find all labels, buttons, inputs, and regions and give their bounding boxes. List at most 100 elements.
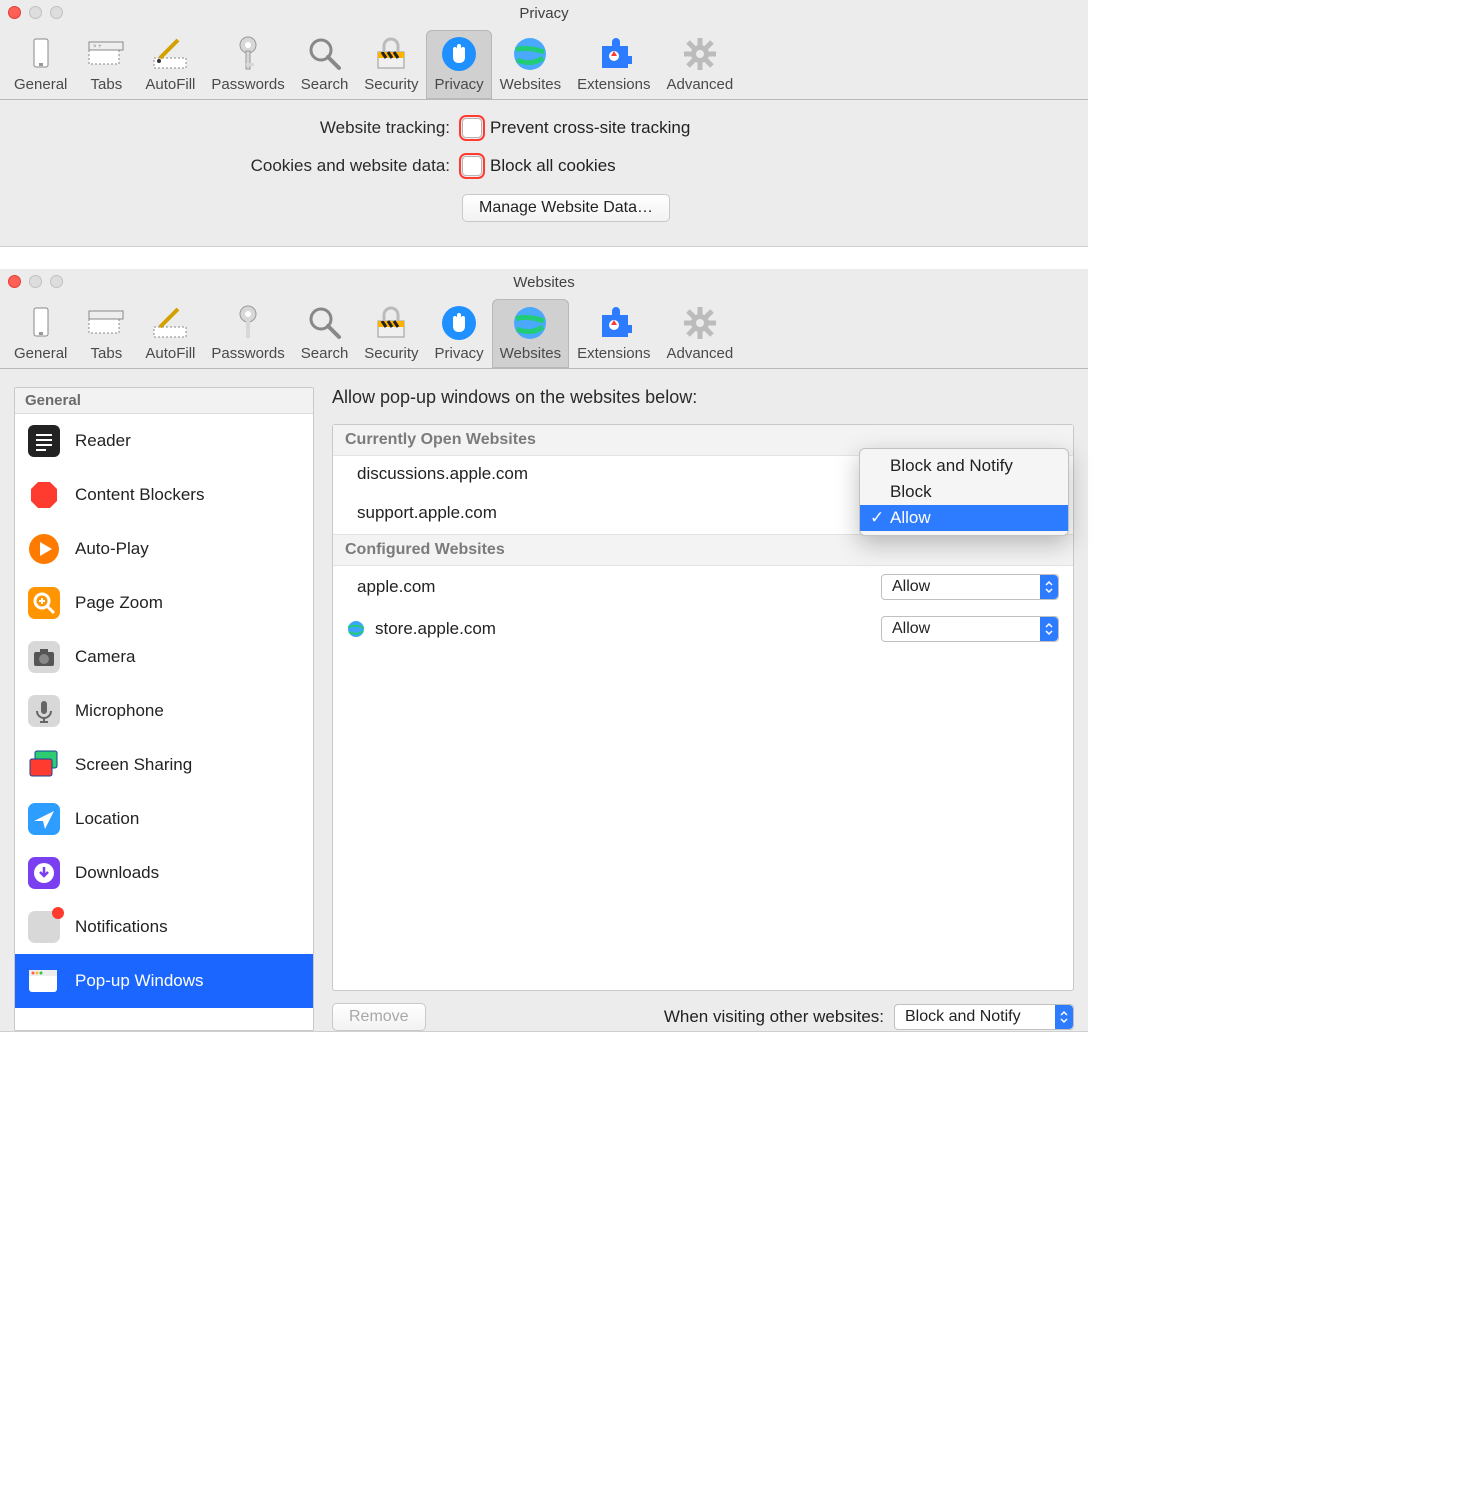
tab-passwords[interactable]: Passwords [203, 299, 292, 368]
sidebar-item-downloads[interactable]: Downloads [15, 846, 313, 900]
tab-label: Security [364, 345, 418, 362]
tab-autofill[interactable]: AutoFill [137, 299, 203, 368]
block-cookies-checkbox[interactable] [462, 156, 482, 176]
search-icon [305, 34, 345, 74]
titlebar: Websites [0, 269, 1088, 295]
permission-select[interactable]: Allow [881, 574, 1059, 600]
sidebar-item-location[interactable]: Location [15, 792, 313, 846]
tab-label: Websites [500, 345, 561, 362]
stop-icon [27, 478, 61, 512]
popup-option[interactable]: Allow [860, 505, 1068, 531]
tab-extensions[interactable]: Extensions [569, 299, 658, 368]
popup-option[interactable]: Block and Notify [860, 453, 1068, 479]
traffic-lights [8, 6, 63, 19]
tabs-icon [86, 303, 126, 343]
sidebar-item-label: Content Blockers [75, 485, 204, 505]
tab-security[interactable]: Security [356, 30, 426, 99]
remove-button[interactable]: Remove [332, 1003, 426, 1031]
sidebar-item-notifications[interactable]: Notifications [15, 900, 313, 954]
globe-icon [510, 34, 550, 74]
sidebar-item-reader[interactable]: Reader [15, 414, 313, 468]
sidebar-item-page-zoom[interactable]: Page Zoom [15, 576, 313, 630]
autofill-icon [150, 303, 190, 343]
section-header: Configured Websites [333, 534, 1073, 566]
general-icon [21, 303, 61, 343]
tab-security[interactable]: Security [356, 299, 426, 368]
tab-general[interactable]: General [6, 299, 75, 368]
tab-websites[interactable]: Websites [492, 299, 569, 368]
other-websites-label: When visiting other websites: [664, 1007, 884, 1027]
titlebar: Privacy [0, 0, 1088, 26]
tab-privacy[interactable]: Privacy [426, 30, 491, 99]
sidebar-item-label: Notifications [75, 917, 168, 937]
websites-sidebar: General Reader Content Blockers Auto-Pla… [14, 387, 314, 1031]
prevent-cross-site-checkbox[interactable] [462, 118, 482, 138]
tab-extensions[interactable]: Extensions [569, 30, 658, 99]
tracking-label: Website tracking: [0, 118, 450, 138]
tab-label: Websites [500, 76, 561, 93]
close-button[interactable] [8, 275, 21, 288]
sidebar-item-camera[interactable]: Camera [15, 630, 313, 684]
preferences-toolbar: General Tabs AutoFill Passwords Search S… [0, 295, 1088, 369]
sidebar-item-screen-sharing[interactable]: Screen Sharing [15, 738, 313, 792]
key-icon [228, 34, 268, 74]
select-value: Allow [892, 578, 930, 596]
tab-privacy[interactable]: Privacy [426, 299, 491, 368]
tab-tabs[interactable]: Tabs [75, 299, 137, 368]
sidebar-item-label: Page Zoom [75, 593, 163, 613]
sidebar-item-label: Screen Sharing [75, 755, 192, 775]
tab-autofill[interactable]: AutoFill [137, 30, 203, 99]
permission-select[interactable]: Allow [881, 616, 1059, 642]
sidebar-item-popup-windows[interactable]: Pop-up Windows [15, 954, 313, 1008]
minimize-button[interactable] [29, 275, 42, 288]
sidebar-item-label: Auto-Play [75, 539, 149, 559]
downloads-icon [27, 856, 61, 890]
lock-icon [371, 303, 411, 343]
globe-icon [510, 303, 550, 343]
tab-passwords[interactable]: Passwords [203, 30, 292, 99]
traffic-lights [8, 275, 63, 288]
window-title: Websites [513, 274, 574, 291]
tab-websites[interactable]: Websites [492, 30, 569, 99]
tab-search[interactable]: Search [293, 30, 357, 99]
microphone-icon [27, 694, 61, 728]
close-button[interactable] [8, 6, 21, 19]
svg-text:× +: × + [93, 44, 102, 50]
camera-icon [27, 640, 61, 674]
notifications-icon [27, 910, 61, 944]
tab-advanced[interactable]: Advanced [658, 299, 741, 368]
tab-tabs[interactable]: × + Tabs [75, 30, 137, 99]
website-row[interactable]: apple.com Allow [333, 566, 1073, 608]
sidebar-item-label: Downloads [75, 863, 159, 883]
website-row[interactable]: discussions.apple.com Block and Notify B… [333, 456, 1073, 492]
tab-label: Passwords [211, 345, 284, 362]
sidebar-item-auto-play[interactable]: Auto-Play [15, 522, 313, 576]
tab-search[interactable]: Search [293, 299, 357, 368]
tab-label: Search [301, 76, 349, 93]
website-domain: support.apple.com [357, 503, 497, 523]
tab-label: Advanced [666, 76, 733, 93]
tab-advanced[interactable]: Advanced [658, 30, 741, 99]
zoom-button[interactable] [50, 275, 63, 288]
cookies-text: Block all cookies [490, 156, 616, 176]
tab-general[interactable]: General [6, 30, 75, 99]
popup-option[interactable]: Block [860, 479, 1068, 505]
sidebar-item-label: Camera [75, 647, 135, 667]
sidebar-item-content-blockers[interactable]: Content Blockers [15, 468, 313, 522]
zoom-button[interactable] [50, 6, 63, 19]
detail-footer: Remove When visiting other websites: Blo… [332, 991, 1074, 1031]
hand-icon [439, 34, 479, 74]
cookies-label: Cookies and website data: [0, 156, 450, 176]
sidebar-item-microphone[interactable]: Microphone [15, 684, 313, 738]
sidebar-header: General [15, 388, 313, 414]
website-row[interactable]: store.apple.com Allow [333, 608, 1073, 650]
play-icon [27, 532, 61, 566]
tab-label: Privacy [434, 345, 483, 362]
lock-icon [371, 34, 411, 74]
manage-website-data-button[interactable]: Manage Website Data… [462, 194, 670, 222]
chevron-updown-icon [1055, 1005, 1073, 1029]
minimize-button[interactable] [29, 6, 42, 19]
sidebar-item-label: Reader [75, 431, 131, 451]
chevron-updown-icon [1040, 617, 1058, 641]
other-websites-select[interactable]: Block and Notify [894, 1004, 1074, 1030]
